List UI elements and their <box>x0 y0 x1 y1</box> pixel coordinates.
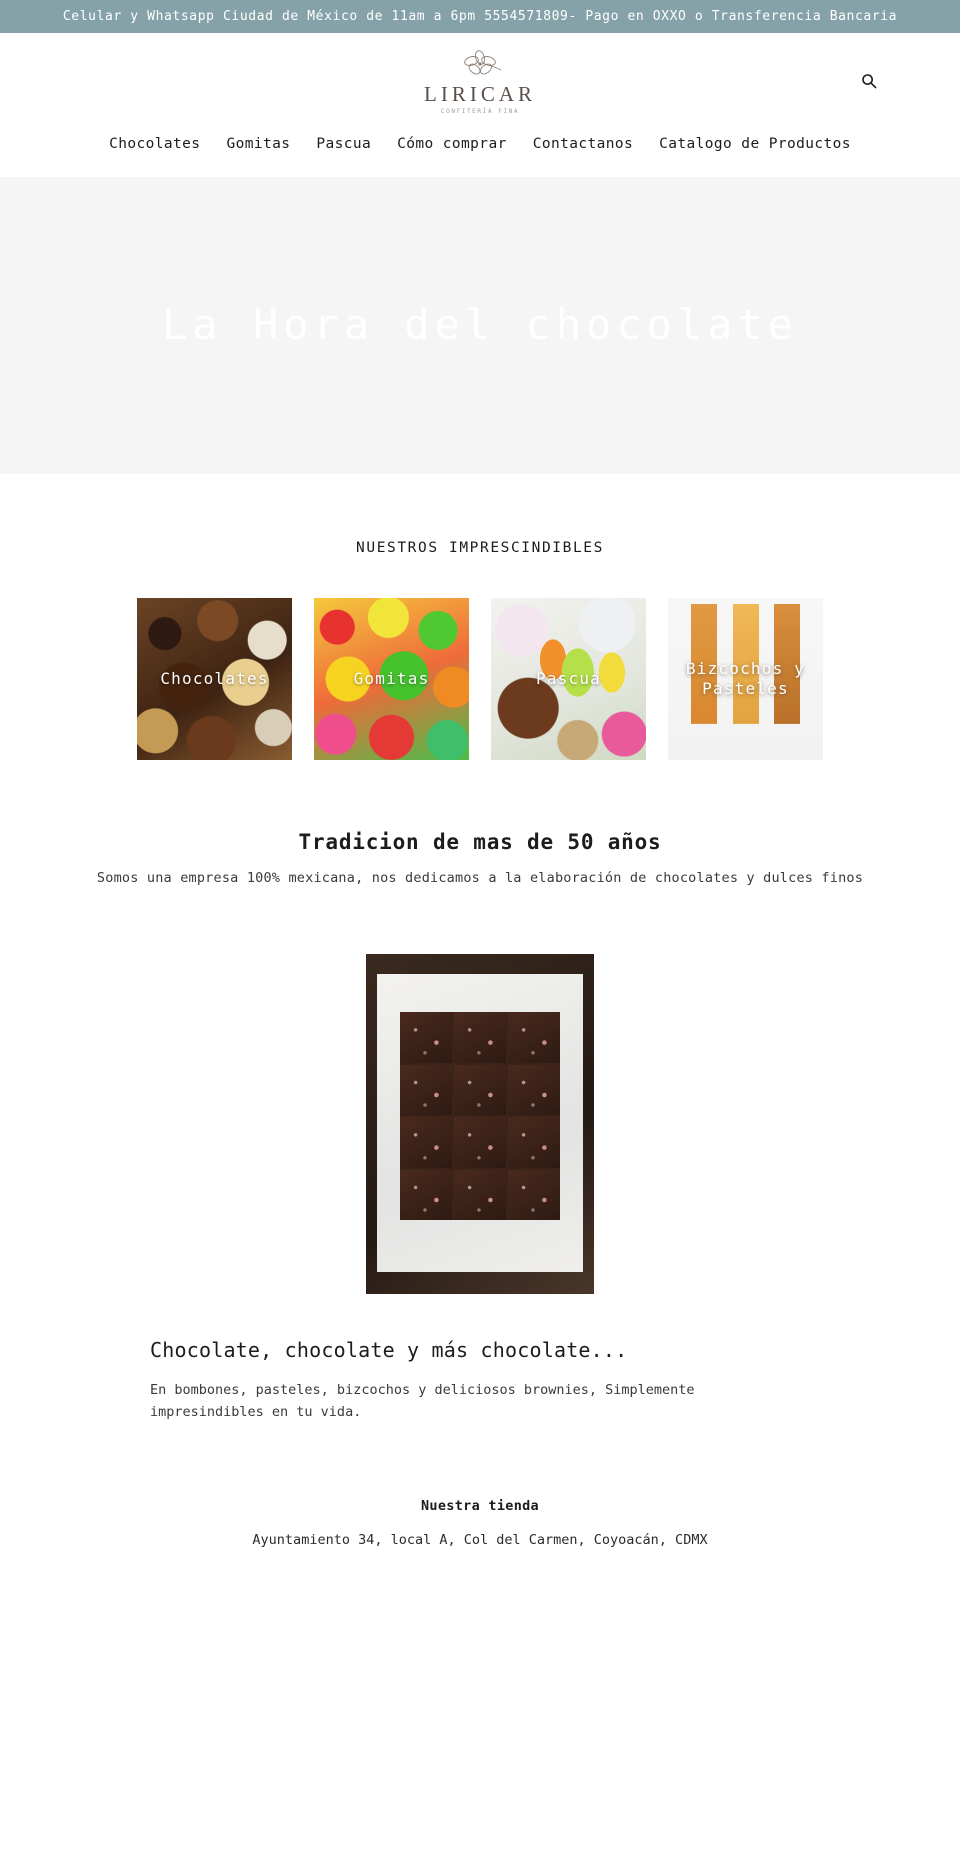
featured-heading: NUESTROS IMPRESCINDIBLES <box>356 540 604 556</box>
brownie-grid <box>400 1012 560 1220</box>
featured-cards-row: Chocolates Gomitas Pascua Bizcochos y Pa… <box>0 598 960 760</box>
tradition-subtitle: Somos una empresa 100% mexicana, nos ded… <box>96 870 864 886</box>
featured-section: NUESTROS IMPRESCINDIBLES Chocolates Gomi… <box>0 474 960 760</box>
product-card-label: Chocolates <box>160 669 269 688</box>
search-icon <box>861 73 877 92</box>
nav-item-chocolates[interactable]: Chocolates <box>109 136 200 152</box>
brownie-piece <box>454 1064 506 1115</box>
feature-block: Chocolate, chocolate y más chocolate... … <box>0 954 960 1424</box>
feature-title: Chocolate, chocolate y más chocolate... <box>150 1338 628 1362</box>
brownie-piece <box>400 1117 452 1168</box>
nav-item-gomitas[interactable]: Gomitas <box>226 136 290 152</box>
product-card-label: Bizcochos y Pasteles <box>685 659 806 698</box>
nav-item-como-comprar[interactable]: Cómo comprar <box>397 136 507 152</box>
brownie-piece <box>454 1117 506 1168</box>
brownie-piece <box>400 1169 452 1220</box>
footer-address: Ayuntamiento 34, local A, Col del Carmen… <box>252 1531 708 1548</box>
main-navigation: Chocolates Gomitas Pascua Cómo comprar C… <box>0 117 960 177</box>
product-card-bizcochos-y-pasteles[interactable]: Bizcochos y Pasteles <box>668 598 823 760</box>
product-card-chocolates[interactable]: Chocolates <box>137 598 292 760</box>
site-footer: Nuestra tienda Ayuntamiento 34, local A,… <box>0 1498 960 1578</box>
flower-icon <box>380 49 580 83</box>
nav-item-catalogo-de-productos[interactable]: Catalogo de Productos <box>659 136 851 152</box>
tradition-title: Tradicion de mas de 50 años <box>298 830 662 854</box>
logo-wordmark: LIRICAR <box>424 82 536 106</box>
brownie-piece <box>508 1169 560 1220</box>
brownie-piece <box>508 1064 560 1115</box>
brownie-piece <box>400 1064 452 1115</box>
tradition-section: Tradicion de mas de 50 años Somos una em… <box>0 760 960 886</box>
brownie-piece <box>508 1012 560 1063</box>
footer-heading: Nuestra tienda <box>421 1497 539 1514</box>
announcement-bar: Celular y Whatsapp Ciudad de México de 1… <box>0 0 960 33</box>
brownie-piece <box>508 1117 560 1168</box>
site-header: LIRICAR CONFITERÍA FINA Chocolates Gomit… <box>0 33 960 177</box>
logo-tagline: CONFITERÍA FINA <box>440 108 520 115</box>
hero-banner: La Hora del chocolate <box>0 177 960 474</box>
header-inner: LIRICAR CONFITERÍA FINA <box>0 45 960 117</box>
product-card-label: Gomitas <box>353 669 430 688</box>
product-card-label: Pascua <box>536 669 601 688</box>
product-card-gomitas[interactable]: Gomitas <box>314 598 469 760</box>
search-button[interactable] <box>856 69 882 95</box>
brownie-piece <box>400 1012 452 1063</box>
feature-paragraph: En bombones, pasteles, bizcochos y delic… <box>150 1382 695 1421</box>
announcement-text: Celular y Whatsapp Ciudad de México de 1… <box>62 9 898 24</box>
hero-title: La Hora del chocolate <box>161 300 798 350</box>
nav-item-contactanos[interactable]: Contactanos <box>533 136 633 152</box>
brownies-photo <box>366 954 594 1294</box>
nav-item-pascua[interactable]: Pascua <box>316 136 371 152</box>
site-logo[interactable]: LIRICAR CONFITERÍA FINA <box>380 49 580 115</box>
brownie-piece <box>454 1169 506 1220</box>
feature-text-block: Chocolate, chocolate y más chocolate... … <box>150 1338 810 1424</box>
brownie-piece <box>454 1012 506 1063</box>
product-card-pascua[interactable]: Pascua <box>491 598 646 760</box>
